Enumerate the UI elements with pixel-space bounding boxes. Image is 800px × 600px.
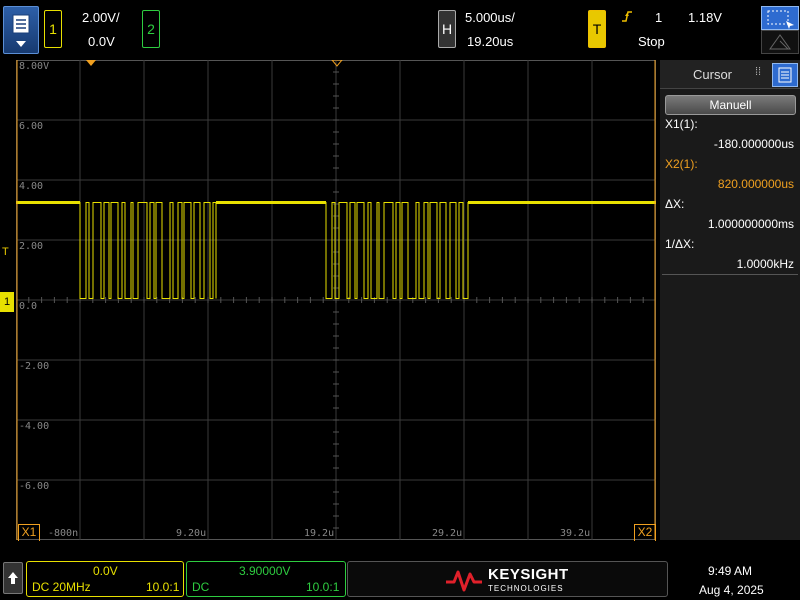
horizontal-label: H: [441, 21, 453, 37]
list-icon: [778, 67, 792, 83]
ch2-coupling: DC: [192, 580, 210, 594]
trigger-level-marker[interactable]: T: [2, 246, 9, 258]
inverse-delta-x-label: 1/ΔX:: [665, 237, 695, 251]
y-axis-label: 8.00V: [19, 61, 49, 72]
zoom-icon: [769, 34, 791, 50]
zoom-button[interactable]: [761, 30, 799, 54]
cursor-mode-button[interactable]: Manuell: [665, 95, 796, 115]
delta-x-value: 1.000000000ms: [707, 217, 794, 231]
y-axis-label: -2.00: [19, 361, 49, 372]
brand-subtitle: TECHNOLOGIES: [488, 584, 564, 593]
channel-2-button[interactable]: 2: [142, 10, 160, 48]
touch-select-button[interactable]: [761, 6, 799, 30]
y-axis-label: 2.00: [19, 241, 43, 252]
waveform-display[interactable]: 8.00V 6.00 4.00 2.00 0.0 -2.00 -4.00 -6.00 -800…: [15, 59, 657, 541]
keysight-logo-icon: [446, 570, 482, 592]
clock-time: 9:49 AM: [708, 564, 753, 578]
select-box-icon: [767, 10, 794, 29]
y-axis-label: 6.00: [19, 121, 43, 132]
run-state: Stop: [638, 34, 665, 49]
ch1-coupling: DC 20MHz: [32, 580, 91, 594]
trigger-edge-icon: [620, 9, 634, 30]
expand-bottom-button[interactable]: [3, 562, 23, 594]
main-menu-button[interactable]: [3, 6, 39, 54]
x2-label: X2(1):: [665, 157, 698, 171]
cursor-x2-tag[interactable]: X2: [634, 524, 656, 541]
trigger-source: 1: [655, 10, 663, 25]
arrow-up-icon: [8, 572, 18, 584]
brand-area: KEYSIGHT TECHNOLOGIES: [347, 561, 668, 597]
horizontal-button[interactable]: H: [438, 10, 456, 48]
bottom-status-bar: 0.0V DC 20MHz 10.0:1 3.90000V DC 10.0:1 …: [0, 556, 800, 600]
ch2-info-box[interactable]: 3.90000V DC 10.0:1: [186, 561, 346, 597]
ch2-offset: 3.90000V: [239, 564, 291, 578]
x1-value[interactable]: -180.000000us: [714, 137, 794, 151]
trigger-label: T: [592, 21, 602, 37]
cursor-panel: Cursor ⁞⁞ Manuell X1(1): -180.000000us X…: [660, 60, 800, 540]
panel-grip-icon: ⁞⁞: [755, 66, 762, 78]
trigger-button[interactable]: T: [588, 10, 606, 48]
x-axis-label: 29.2u: [432, 528, 462, 539]
x1-label: X1(1):: [665, 117, 698, 131]
trigger-position-marker: [86, 60, 96, 66]
graticule: 8.00V 6.00 4.00 2.00 0.0 -2.00 -4.00 -6.00 -800…: [15, 59, 657, 541]
y-axis-label: -6.00: [19, 481, 49, 492]
ch1-vertical-scale: 2.00V/: [82, 10, 120, 25]
ch1-probe: 10.0:1: [146, 580, 180, 594]
panel-divider: [662, 274, 798, 275]
delta-x-label: ΔX:: [665, 197, 685, 211]
y-axis-label: 4.00: [19, 181, 43, 192]
brand-name: KEYSIGHT: [488, 566, 569, 583]
ch1-info-box[interactable]: 0.0V DC 20MHz 10.0:1: [26, 561, 184, 597]
y-axis-label: 0.0: [19, 301, 37, 312]
clock-date: Aug 4, 2025: [699, 583, 764, 597]
panel-list-button[interactable]: [772, 63, 798, 87]
x-axis-label: -800n: [48, 528, 78, 539]
menu-icon: [12, 14, 30, 47]
x2-value[interactable]: 820.000000us: [718, 177, 794, 191]
ch1-ground-marker[interactable]: 1: [0, 292, 14, 312]
y-axis-label: -4.00: [19, 421, 49, 432]
top-status-bar: 1 2.00V/ 0.0V 2 H 5.000us/ 19.20us T 1 1…: [0, 0, 800, 60]
horizontal-scale: 5.000us/: [465, 10, 515, 25]
channel-1-label: 1: [49, 21, 57, 37]
panel-title: Cursor: [693, 67, 733, 82]
horizontal-delay: 19.20us: [467, 34, 514, 49]
x-axis-label: 19.2u: [304, 528, 334, 539]
channel-2-label: 2: [147, 21, 155, 37]
ch2-probe: 10.0:1: [306, 580, 340, 594]
x-axis-label: 39.2u: [560, 528, 590, 539]
ch1-vertical-offset: 0.0V: [88, 34, 115, 49]
x-axis-label: 9.20u: [176, 528, 206, 539]
trigger-level: 1.18V: [688, 10, 722, 25]
inverse-delta-x-value: 1.0000kHz: [736, 257, 794, 271]
channel-1-button[interactable]: 1: [44, 10, 62, 48]
ch1-offset: 0.0V: [93, 564, 118, 578]
cursor-x1-tag[interactable]: X1: [18, 524, 40, 541]
